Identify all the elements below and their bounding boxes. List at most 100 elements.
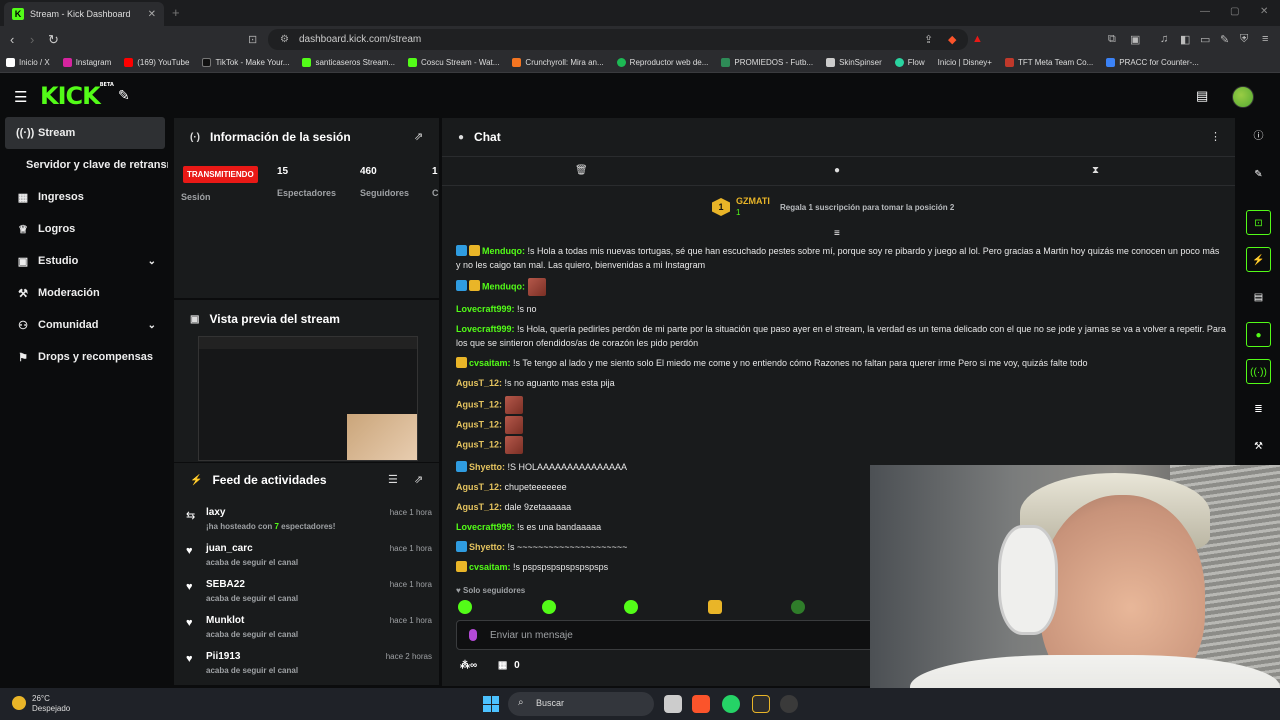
bookmark-item[interactable]: Flow [894, 58, 925, 67]
sidebar-item-stream[interactable]: ((·)) Stream [5, 117, 165, 149]
brave-icon[interactable] [692, 695, 710, 713]
bookmark-item[interactable]: SkinSpinser [826, 58, 882, 67]
site-info-icon[interactable]: ⚙ [280, 34, 289, 45]
windows-start-icon[interactable] [483, 696, 499, 712]
maximize-icon[interactable]: ▢ [1230, 6, 1239, 17]
bookmark-item[interactable]: TikTok - Make Your... [202, 58, 289, 67]
bookmark-item[interactable]: Coscu Stream - Wat... [408, 58, 499, 67]
chat-bubble-icon[interactable]: ● [834, 165, 840, 176]
chat-username[interactable]: AgusT_12: [456, 378, 502, 388]
chat-username[interactable]: Menduqo: [482, 246, 525, 256]
close-tab-icon[interactable]: ✕ [148, 9, 156, 20]
brave-rewards-icon[interactable]: ▲ [972, 33, 983, 45]
chat-username[interactable]: Shyetto: [469, 542, 505, 552]
emote-icon[interactable] [708, 600, 722, 614]
minimize-icon[interactable]: — [1200, 6, 1210, 17]
wallet-icon[interactable]: ▭ [1200, 33, 1210, 46]
points-icon[interactable]: ⁂∞ [460, 660, 477, 671]
close-window-icon[interactable]: ✕ [1260, 6, 1268, 17]
sidebar-item-ingresos[interactable]: ▦ Ingresos [0, 181, 168, 213]
chat-username[interactable]: Shyetto: [469, 462, 505, 472]
share-icon[interactable]: ⇪ [924, 33, 933, 46]
bookmark-item[interactable]: TFT Meta Team Co... [1004, 58, 1093, 67]
bookmark-icon[interactable]: ⊡ [248, 33, 257, 46]
sidebar-item-comunidad[interactable]: ⚇ Comunidad ⌄ [0, 309, 168, 341]
media-icon[interactable]: ♫ [1160, 33, 1168, 45]
expand-icon[interactable]: ≡ [834, 228, 840, 239]
hourglass-icon[interactable]: ⧗ [1092, 165, 1099, 176]
vpn-icon[interactable]: ⛨ [1240, 33, 1248, 46]
bookmark-item[interactable]: Crunchyroll: Mira an... [512, 58, 604, 67]
sidebar-item-logros[interactable]: ♕ Logros [0, 213, 168, 245]
url-field[interactable]: ⚙ dashboard.kick.com/stream [268, 29, 968, 50]
chat-username[interactable]: AgusT_12: [456, 439, 502, 449]
popout-icon[interactable]: ⇗ [414, 130, 423, 143]
new-tab-button[interactable]: + [172, 5, 180, 20]
obs-icon[interactable] [780, 695, 798, 713]
store-icon[interactable]: ▦ [498, 660, 507, 671]
browser-tab[interactable]: K Stream - Kick Dashboard ✕ [4, 2, 164, 26]
popout-icon[interactable]: ⇗ [414, 473, 423, 486]
stream-manager-icon[interactable]: ▤ [1196, 88, 1208, 104]
trash-icon[interactable]: 🗑 [575, 165, 588, 176]
file-explorer-icon[interactable] [664, 695, 682, 713]
edit-icon[interactable]: ✎ [1246, 162, 1271, 187]
microphone-icon[interactable] [469, 629, 477, 641]
document-icon[interactable]: ▤ [1246, 285, 1271, 310]
chat-username[interactable]: cvsaitam: [469, 562, 511, 572]
kick-logo[interactable]: KICKBETA [40, 82, 114, 110]
bookmark-item[interactable]: Inicio / X [6, 58, 50, 67]
stream-preview-thumbnail[interactable] [198, 336, 418, 461]
sidebar-item-estudio[interactable]: ▣ Estudio ⌄ [0, 245, 168, 277]
bookmark-item[interactable]: PRACC for Counter-... [1106, 58, 1199, 67]
broadcast-icon[interactable]: ((·)) [1246, 359, 1271, 384]
weather-widget[interactable]: 26°C Despejado [12, 694, 70, 714]
extensions-icon[interactable]: ⧉ [1108, 33, 1116, 46]
chat-username[interactable]: AgusT_12: [456, 399, 502, 409]
bookmark-item[interactable]: Inicio | Disney+ [938, 58, 992, 67]
bookmark-item[interactable]: (169) YouTube [124, 58, 189, 67]
chat-username[interactable]: AgusT_12: [456, 482, 502, 492]
sidebar-item-server-key[interactable]: Servidor y clave de retransmisión [0, 149, 168, 181]
taskbar-search[interactable]: ⌕ Buscar [508, 692, 654, 716]
menu-icon[interactable]: ≡ [1262, 33, 1268, 45]
sidebar-item-moderacion[interactable]: ⚒ Moderación [0, 277, 168, 309]
hamburger-menu-icon[interactable]: ☰ [14, 88, 27, 106]
forward-icon[interactable]: › [30, 32, 34, 47]
chat-username[interactable]: AgusT_12: [456, 419, 502, 429]
screenshot-icon[interactable]: ▣ [1130, 33, 1140, 46]
chat-username[interactable]: Lovecraft999: [456, 522, 515, 532]
pinned-gifter[interactable]: 1 GZMATI 1 Regala 1 suscripción para tom… [712, 196, 972, 224]
chat-username[interactable]: Lovecraft999: [456, 304, 515, 314]
chat-icon[interactable]: ● [1246, 322, 1271, 347]
filter-icon[interactable]: ☰ [388, 473, 398, 486]
bookmark-item[interactable]: Reproductor web de... [616, 58, 708, 67]
chat-message-input[interactable]: Enviar un mensaje [456, 620, 876, 650]
emote-icon[interactable] [791, 600, 805, 614]
emote-icon[interactable] [624, 600, 638, 614]
emote-icon[interactable] [542, 600, 556, 614]
wrench-icon[interactable]: ⚒ [1246, 434, 1271, 459]
brave-shield-icon[interactable]: ◆ [948, 33, 956, 46]
more-options-icon[interactable]: ⋮ [1210, 130, 1221, 143]
lightning-icon[interactable]: ⚡ [1246, 247, 1271, 272]
info-icon[interactable]: ⓘ [1246, 124, 1271, 149]
chat-username[interactable]: Menduqo: [482, 281, 525, 291]
app-icon[interactable] [752, 695, 770, 713]
reload-icon[interactable]: ↻ [48, 32, 59, 48]
bookmark-item[interactable]: Instagram [62, 58, 111, 67]
stack-icon[interactable]: ≣ [1246, 397, 1271, 422]
sidebar-toggle-icon[interactable]: ◧ [1180, 33, 1190, 46]
sidebar-item-drops[interactable]: ⚑ Drops y recompensas [0, 341, 168, 373]
chat-username[interactable]: AgusT_12: [456, 502, 502, 512]
bookmark-item[interactable]: santicaseros Stream... [302, 58, 395, 67]
leo-icon[interactable]: ✎ [1220, 33, 1229, 46]
whatsapp-icon[interactable] [722, 695, 740, 713]
chat-username[interactable]: Lovecraft999: [456, 324, 515, 334]
tools-icon[interactable]: ✎ [118, 87, 130, 104]
chat-username[interactable]: cvsaitam: [469, 358, 511, 368]
camera-icon[interactable]: ⊡ [1246, 210, 1271, 235]
emote-icon[interactable] [458, 600, 472, 614]
user-avatar[interactable] [1232, 86, 1254, 108]
back-icon[interactable]: ‹ [10, 32, 14, 47]
